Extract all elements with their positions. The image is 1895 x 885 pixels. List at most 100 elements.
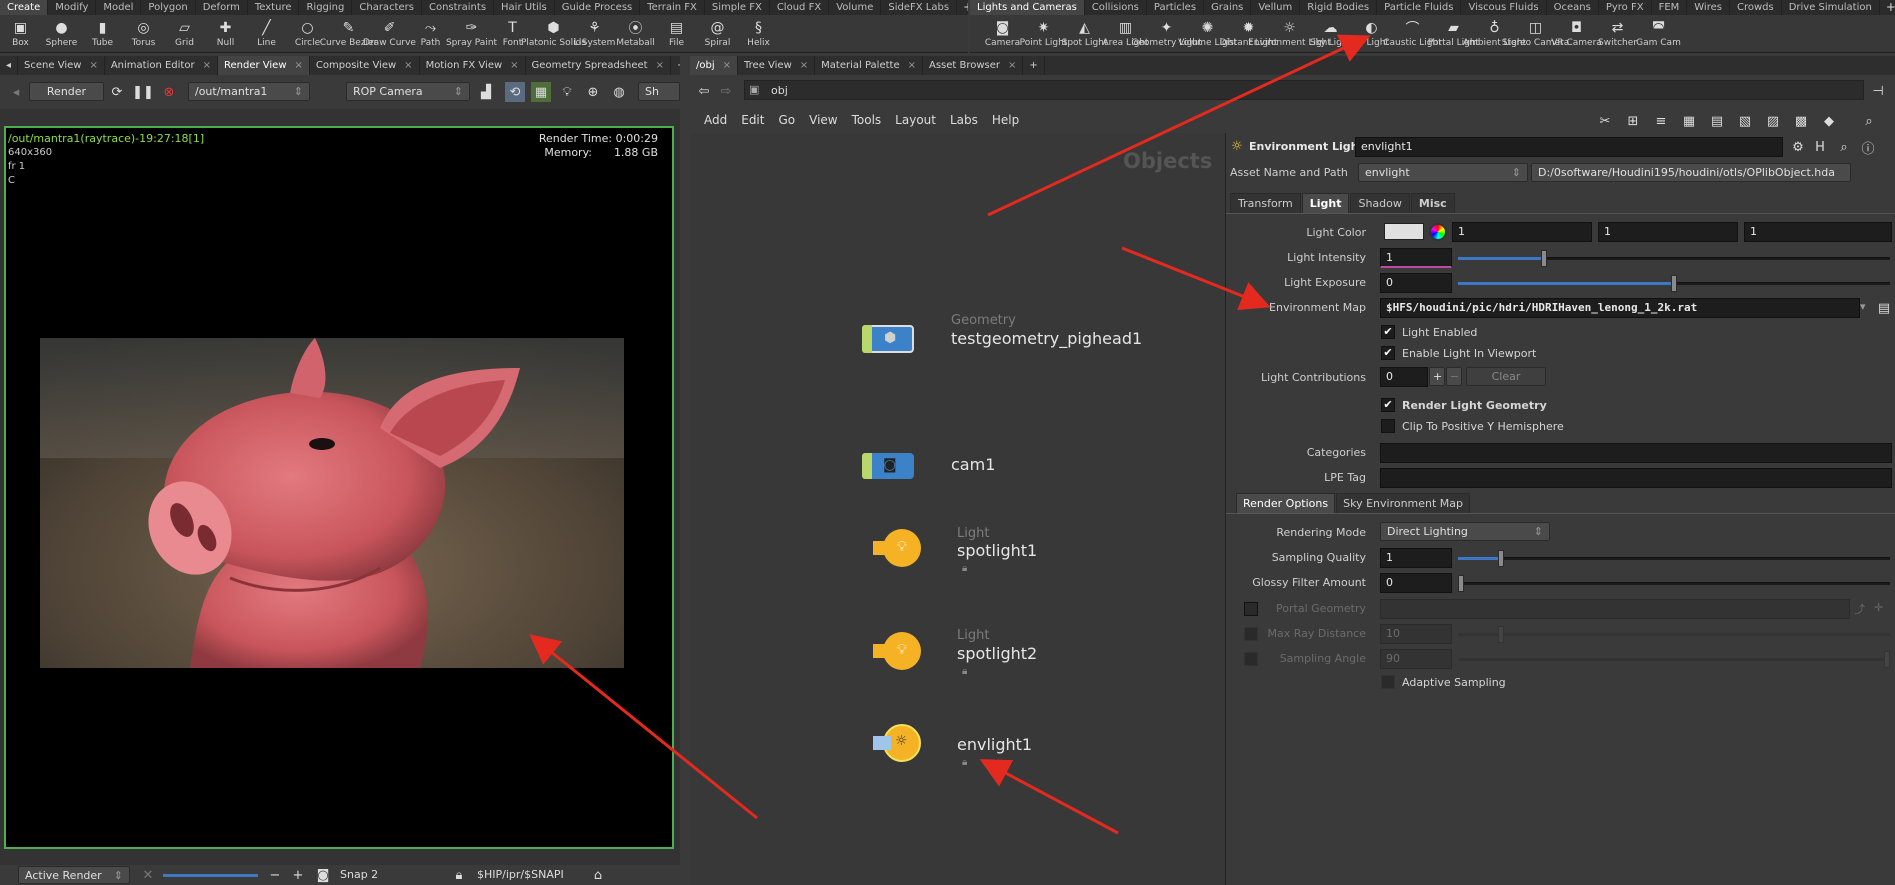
shelf-tab-model[interactable]: Model [96, 0, 142, 15]
shelf-tab-deform[interactable]: Deform [196, 0, 248, 15]
tool-l-system[interactable]: ⚘ L-System [574, 15, 616, 52]
tab-composite-view[interactable]: Composite View × [310, 56, 420, 75]
tab-geometry-spreadsheet[interactable]: Geometry Spreadsheet × [526, 56, 671, 75]
close-icon[interactable]: × [723, 60, 731, 71]
select-icon[interactable]: ✛ [1874, 601, 1883, 614]
tab-motion-fx-view[interactable]: Motion FX View × [420, 56, 526, 75]
remove-contribution-button[interactable]: − [1446, 367, 1462, 386]
shelf-tab-collisions[interactable]: Collisions [1085, 0, 1147, 15]
shelf-tab-cloud-fx[interactable]: Cloud FX [770, 0, 830, 15]
rop-path-menu[interactable]: /out/mantra1 ⇕ [188, 82, 310, 101]
shelf-tab-oceans[interactable]: Oceans [1547, 0, 1599, 15]
light-contributions-field[interactable]: 0 [1380, 367, 1428, 387]
tool-switcher[interactable]: ⇄ Switcher [1597, 15, 1638, 52]
environment-map-field[interactable]: $HFS/houdini/pic/hdri/HDRIHaven_lenong_1… [1380, 298, 1860, 318]
asset-path-menu[interactable]: D:/0software/Houdini195/houdini/otls/OPl… [1531, 163, 1851, 182]
snapshot-icon[interactable]: ▟ [476, 82, 496, 102]
asset-name-menu[interactable]: envlight ⇕ [1358, 163, 1528, 182]
shelf-tab-pyro-fx[interactable]: Pyro FX [1599, 0, 1652, 15]
tool-spray-paint[interactable]: ✑ Spray Paint [446, 15, 497, 52]
shading-menu[interactable]: Sh [638, 82, 680, 101]
sampling-quality-field[interactable]: 1 [1380, 548, 1452, 568]
tool-camera[interactable]: ◙ Camera [982, 15, 1023, 52]
menu-tools[interactable]: Tools [852, 113, 882, 127]
light-color-g[interactable]: 1 [1598, 222, 1738, 242]
tab-tree-view[interactable]: Tree View × [738, 56, 816, 75]
tool-helix[interactable]: § Helix [738, 15, 779, 52]
tab-asset-browser[interactable]: Asset Browser × [923, 56, 1024, 75]
menu-edit[interactable]: Edit [741, 113, 764, 127]
refresh-icon[interactable]: ⟳ [107, 82, 127, 102]
tool-sky-light[interactable]: ☁ Sky Light [1310, 15, 1351, 52]
light-intensity-field[interactable]: 1 [1380, 248, 1452, 268]
color-wheel-icon[interactable] [1429, 223, 1447, 241]
light-enabled-checkbox[interactable]: ✔ [1381, 325, 1395, 339]
light-color-r[interactable]: 1 [1452, 222, 1592, 242]
clear-button[interactable]: Clear [1466, 367, 1546, 386]
close-icon[interactable]: ✕ [138, 865, 158, 885]
active-render-menu[interactable]: Active Render ⇕ [18, 866, 130, 884]
shelf-tab-particles[interactable]: Particles [1147, 0, 1205, 15]
badge-icon[interactable]: ◆ [1819, 111, 1839, 131]
tool-spiral[interactable]: @ Spiral [697, 15, 738, 52]
tab-arrow-icon[interactable]: ◂ [0, 56, 19, 75]
tool-box[interactable]: ▣ Box [0, 15, 41, 52]
search-icon[interactable]: ⌕ [1834, 137, 1854, 157]
shelf-tab-crowds[interactable]: Crowds [1730, 0, 1782, 15]
enable-viewport-checkbox[interactable]: ✔ [1381, 346, 1395, 360]
shelf-tab-modify[interactable]: Modify [48, 0, 97, 15]
chevron-down-icon[interactable]: ▾ [1860, 300, 1866, 313]
shelf-tab-constraints[interactable]: Constraints [422, 0, 495, 15]
tool-line[interactable]: ╱ Line [246, 15, 287, 52]
shelf-tab-grains[interactable]: Grains [1204, 0, 1252, 15]
render-button[interactable]: Render [29, 82, 104, 101]
tool-point-light[interactable]: ✷ Point Light [1020, 15, 1068, 52]
clip-icon[interactable]: ⌂ [588, 865, 608, 885]
shelf-tab-terrain-fx[interactable]: Terrain FX [640, 0, 705, 15]
menu-add[interactable]: Add [704, 113, 727, 127]
light-exposure-slider[interactable] [1458, 275, 1890, 292]
close-icon[interactable]: × [800, 60, 808, 71]
tab--obj[interactable]: /obj × [690, 56, 739, 75]
network-editor[interactable]: Objects ⬢ Geometry testgeometry_pighead1… [690, 133, 1225, 885]
close-icon[interactable]: × [295, 60, 303, 71]
glossy-filter-field[interactable]: 0 [1380, 573, 1452, 593]
tool-environment-light[interactable]: ☼ Environment Light [1248, 15, 1331, 52]
tool-grid[interactable]: ▱ Grid [164, 15, 205, 52]
shelf-tab-volume[interactable]: Volume [829, 0, 882, 15]
param-tab-shadow[interactable]: Shadow [1350, 193, 1410, 213]
menu-layout[interactable]: Layout [895, 113, 936, 127]
shelf-tab-create[interactable]: Create [0, 0, 49, 15]
color-grid-icon[interactable]: ▦ [1679, 111, 1699, 131]
light-exposure-field[interactable]: 0 [1380, 273, 1452, 293]
tool-metaball[interactable]: ⦿ Metaball [615, 15, 656, 52]
max-ray-field[interactable]: 10 [1380, 624, 1452, 644]
back-arrow-icon[interactable]: ⇦ [694, 81, 714, 101]
minus-icon[interactable]: − [265, 865, 285, 885]
shelf-tab-fem[interactable]: FEM [1652, 0, 1688, 15]
path-field[interactable]: ▣ obj [744, 80, 1864, 100]
close-icon[interactable]: × [404, 60, 412, 71]
zoom-icon[interactable]: ⊕ [583, 82, 603, 102]
subtab-sky-environment-map[interactable]: Sky Environment Map [1336, 493, 1471, 513]
shelf-tab-polygon[interactable]: Polygon [141, 0, 196, 15]
tool-vr-camera[interactable]: ◘ VR Camera [1551, 15, 1602, 52]
param-tab-transform[interactable]: Transform [1230, 193, 1301, 213]
wrench-icon[interactable]: ✂ [1595, 111, 1615, 131]
categories-field[interactable] [1380, 443, 1892, 463]
close-icon[interactable]: × [656, 60, 664, 71]
forward-arrow-icon[interactable]: ⇨ [716, 81, 736, 101]
tab-animation-editor[interactable]: Animation Editor × [105, 56, 218, 75]
sphere-preview-icon[interactable]: ◍ [609, 82, 629, 102]
render-light-geometry-checkbox[interactable]: ✔ [1381, 398, 1395, 412]
gear-icon[interactable]: ⚙ [1788, 137, 1808, 157]
tool-spot-light[interactable]: ◭ Spot Light [1062, 15, 1108, 52]
tool-null[interactable]: ✚ Null [205, 15, 246, 52]
pause-icon[interactable]: ❚❚ [132, 82, 154, 102]
help-h-icon[interactable]: H [1810, 137, 1830, 157]
close-icon[interactable]: × [908, 60, 916, 71]
camera-menu[interactable]: ROP Camera ⇕ [346, 82, 470, 101]
shelf-tab-characters[interactable]: Characters [352, 0, 422, 15]
preview-icon[interactable]: ▦ [531, 82, 551, 102]
adaptive-sampling-checkbox[interactable] [1381, 675, 1395, 689]
